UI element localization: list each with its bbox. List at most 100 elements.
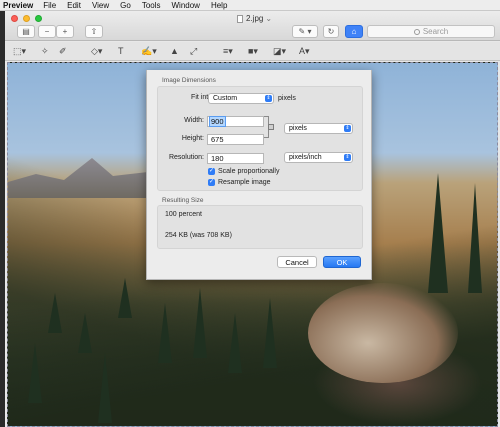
- menu-view[interactable]: View: [92, 1, 109, 10]
- resample-image-checkbox[interactable]: ✓ Resample image: [208, 179, 271, 186]
- text-style-tool[interactable]: A▾: [299, 45, 310, 57]
- scale-proportionally-label: Scale proportionally: [218, 168, 280, 175]
- resolution-value: 180: [211, 154, 224, 163]
- instant-alpha-tool[interactable]: ✧: [41, 45, 49, 57]
- menu-help[interactable]: Help: [211, 1, 227, 10]
- search-icon: [413, 28, 420, 35]
- search-placeholder: Search: [422, 27, 449, 36]
- tree: [48, 293, 62, 333]
- menu-go[interactable]: Go: [120, 1, 131, 10]
- tree: [118, 278, 132, 318]
- sidebar-toggle-button[interactable]: ▤: [17, 25, 35, 38]
- window-title: 2.jpg ⌄: [237, 14, 272, 23]
- mountain-ridge: [8, 158, 148, 198]
- pen-icon: ✎ ▾: [298, 27, 312, 36]
- checkmark-icon: ✓: [208, 179, 215, 186]
- adjust-color-icon: ▲: [170, 46, 179, 56]
- window-title-text: 2.jpg: [246, 14, 264, 23]
- fit-into-unit: pixels: [278, 95, 296, 102]
- minimize-window-button[interactable]: [23, 15, 30, 22]
- close-window-button[interactable]: [11, 15, 18, 22]
- menu-app-preview[interactable]: Preview: [3, 1, 33, 10]
- zoom-out-button[interactable]: −: [38, 25, 56, 38]
- markup-pen-button[interactable]: ✎ ▾: [292, 25, 318, 38]
- height-label: Height:: [181, 135, 204, 142]
- adjust-color-tool[interactable]: ▲: [170, 45, 179, 57]
- zoom-window-button[interactable]: [35, 15, 42, 22]
- markup-toolbar: ⬚▾ ✧ ✐ ◇▾ T ✍▾ ▲ ⤢ ≡▾ ■▾ ◪▾ A▾: [5, 42, 500, 61]
- tree: [28, 343, 42, 403]
- file-size-text: 254 KB (was 708 KB): [165, 232, 232, 239]
- share-button[interactable]: ⇧: [85, 25, 103, 38]
- checkmark-icon: ✓: [208, 168, 215, 175]
- resample-image-label: Resample image: [218, 179, 271, 186]
- preview-window: 2.jpg ⌄ ▤ − + ⇧ ✎ ▾ ↻ ⌂ Search ⬚▾ ✧ ✐ ◇▾…: [5, 11, 500, 427]
- tree: [263, 298, 277, 368]
- menu-file[interactable]: File: [43, 1, 56, 10]
- title-bar: 2.jpg ⌄ ▤ − + ⇧ ✎ ▾ ↻ ⌂ Search: [5, 11, 500, 41]
- rotate-icon: ↻: [327, 27, 335, 36]
- fit-into-popup[interactable]: Custom ⇕: [208, 93, 274, 104]
- popup-arrows-icon: ⇕: [344, 125, 351, 132]
- sketch-icon: ✐: [59, 45, 67, 56]
- rect-select-icon: ⬚▾: [13, 45, 27, 56]
- zoom-in-button[interactable]: +: [56, 25, 74, 38]
- lock-icon[interactable]: [268, 124, 274, 130]
- shape-style-tool[interactable]: ≡▾: [223, 45, 233, 57]
- text-box-icon: T: [118, 46, 124, 56]
- border-color-tool[interactable]: ■▾: [248, 45, 258, 57]
- title-menu-chevron[interactable]: ⌄: [265, 14, 272, 23]
- resulting-size-label: Resulting Size: [162, 197, 204, 204]
- width-field[interactable]: 900: [207, 116, 264, 127]
- adjust-size-tool[interactable]: ⤢: [190, 45, 197, 57]
- popup-arrows-icon: ⇕: [265, 95, 272, 102]
- dimension-unit-value: pixels: [289, 125, 307, 132]
- fill-color-tool[interactable]: ◪▾: [273, 45, 286, 57]
- zoom-in-icon: +: [62, 27, 68, 36]
- menu-edit[interactable]: Edit: [67, 1, 81, 10]
- height-value: 675: [211, 135, 224, 144]
- percent-text: 100 percent: [165, 211, 202, 218]
- popup-arrows-icon: ⇕: [344, 154, 351, 161]
- text-tool[interactable]: T: [118, 45, 124, 57]
- share-icon: ⇧: [90, 27, 98, 36]
- resolution-label: Resolution:: [168, 154, 204, 161]
- tree: [158, 303, 172, 363]
- tree: [98, 353, 112, 423]
- sketch-tool[interactable]: ✐: [59, 45, 67, 57]
- width-label: Width:: [184, 117, 204, 124]
- rotate-button[interactable]: ↻: [323, 25, 339, 38]
- scale-proportionally-checkbox[interactable]: ✓ Scale proportionally: [208, 168, 279, 175]
- font-icon: A▾: [299, 45, 310, 56]
- shapes-tool[interactable]: ◇▾: [91, 45, 102, 57]
- resolution-unit-popup[interactable]: pixels/inch ⇕: [284, 152, 353, 163]
- document-icon: [237, 14, 243, 23]
- border-color-icon: ■▾: [248, 45, 258, 56]
- menu-bar: Preview File Edit View Go Tools Window H…: [0, 0, 500, 11]
- tree: [468, 183, 482, 293]
- menu-window[interactable]: Window: [172, 1, 200, 10]
- width-value: 900: [209, 116, 226, 127]
- image-dimensions-label: Image Dimensions: [162, 77, 216, 84]
- sign-tool[interactable]: ✍▾: [141, 45, 157, 57]
- zoom-out-icon: −: [44, 27, 50, 36]
- tree: [78, 313, 92, 353]
- menu-tools[interactable]: Tools: [142, 1, 161, 10]
- resize-icon: ⤢: [190, 45, 198, 56]
- fit-into-value: Custom: [213, 95, 238, 102]
- dimension-unit-popup[interactable]: pixels ⇕: [284, 123, 353, 134]
- resolution-field[interactable]: 180: [207, 153, 264, 164]
- ok-button[interactable]: OK: [323, 256, 361, 268]
- fill-color-icon: ◪▾: [273, 45, 287, 56]
- line-style-icon: ≡▾: [223, 45, 233, 56]
- selection-tool[interactable]: ⬚▾: [13, 45, 26, 57]
- signature-icon: ✍▾: [141, 45, 157, 56]
- resolution-unit-value: pixels/inch: [289, 154, 322, 161]
- tree: [428, 173, 448, 293]
- cancel-button[interactable]: Cancel: [277, 256, 317, 268]
- adjust-size-dialog: Image Dimensions Fit into: Custom ⇕ pixe…: [146, 70, 372, 280]
- search-field[interactable]: Search: [367, 25, 495, 38]
- elk: [308, 283, 458, 383]
- markup-toolbar-button[interactable]: ⌂: [345, 25, 363, 38]
- height-field[interactable]: 675: [207, 134, 264, 145]
